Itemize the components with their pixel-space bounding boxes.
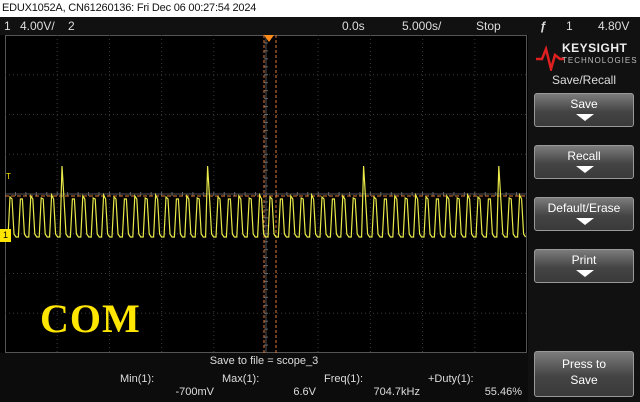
status-bar: 1 4.00V/ 2 0.0s 5.000s/ Stop ƒ 1 4.80V: [0, 17, 640, 35]
print-button[interactable]: Print: [534, 249, 634, 283]
brand-subtitle: TECHNOLOGIES: [562, 56, 638, 65]
meas-duty-label: +Duty(1):: [428, 373, 474, 385]
ground-marker-label: 1: [2, 230, 8, 240]
save-to-file-text: Save to file = scope_3: [209, 355, 319, 367]
trigger-level-marker: T: [6, 172, 11, 181]
recall-button[interactable]: Recall: [534, 145, 634, 179]
time-delay[interactable]: 0.0s: [342, 17, 365, 35]
meas-max-label: Max(1):: [222, 373, 260, 385]
ground-marker[interactable]: 1: [0, 229, 11, 242]
arrow-down-icon: [576, 114, 594, 121]
meas-duty-value: 55.46%: [484, 386, 522, 398]
run-state[interactable]: Stop: [476, 17, 501, 35]
trigger-channel[interactable]: 1: [566, 17, 573, 35]
brand-name: KEYSIGHT: [562, 41, 628, 55]
trigger-position-marker: [264, 35, 274, 42]
save-button[interactable]: Save: [534, 93, 634, 127]
press-to-save-button[interactable]: Press to Save: [534, 351, 634, 397]
trigger-level[interactable]: 4.80V: [598, 17, 629, 35]
arrow-down-icon: [576, 166, 594, 173]
ch2-number[interactable]: 2: [68, 17, 75, 35]
meas-min-value: -700mV: [175, 386, 214, 398]
meas-freq-label: Freq(1):: [324, 373, 364, 385]
arrow-down-icon: [576, 270, 594, 277]
default-erase-button-label: Default/Erase: [547, 201, 621, 215]
time-scale[interactable]: 5.000s/: [402, 17, 441, 35]
ch1-number[interactable]: 1: [4, 17, 11, 35]
meas-min-label: Min(1):: [120, 373, 155, 385]
measurement-bar: Save to file = scope_3 Min(1): -700mV Ma…: [0, 353, 528, 402]
meas-freq-value: 704.7kHz: [373, 386, 420, 398]
default-erase-button[interactable]: Default/Erase: [534, 197, 634, 231]
recall-button-label: Recall: [567, 149, 601, 163]
trigger-icon: ƒ: [540, 19, 547, 33]
print-button-label: Print: [571, 253, 597, 267]
overlay-label: COM: [40, 296, 141, 341]
window-title: EDUX1052A, CN61260136: Fri Dec 06 00:27:…: [0, 0, 640, 17]
press-to-save-line2: Save: [570, 373, 598, 387]
meas-max-value: 6.6V: [293, 386, 316, 398]
menu-title: Save/Recall: [551, 73, 617, 87]
press-to-save-line1: Press to: [561, 357, 606, 371]
arrow-down-icon: [576, 218, 594, 225]
ch1-scale[interactable]: 4.00V/: [20, 17, 55, 35]
save-button-label: Save: [570, 97, 598, 111]
softkey-panel: KEYSIGHT TECHNOLOGIES Save/Recall Save R…: [528, 35, 640, 402]
